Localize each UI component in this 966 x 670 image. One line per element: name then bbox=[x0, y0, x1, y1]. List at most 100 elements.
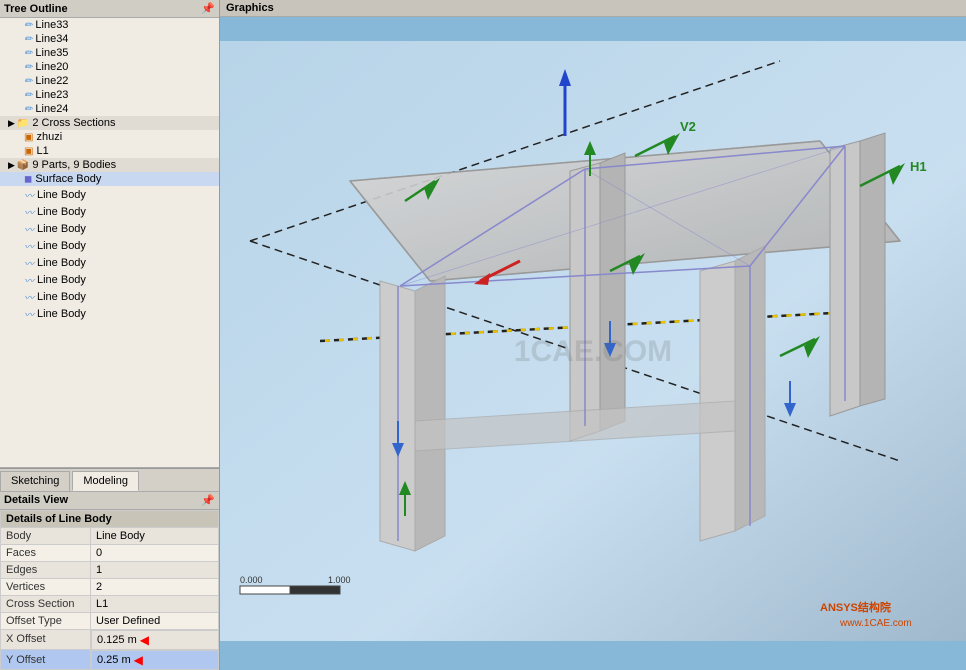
details-label-body: Body bbox=[1, 527, 91, 544]
details-row-body: Body Line Body bbox=[1, 527, 219, 544]
tree-item-line35[interactable]: ✏ Line35 bbox=[0, 46, 219, 60]
tree-item-label: Line24 bbox=[35, 103, 68, 115]
tree-item-line24[interactable]: ✏ Line24 bbox=[0, 102, 219, 116]
graphics-panel[interactable]: Graphics bbox=[220, 0, 966, 670]
details-row-edges: Edges 1 bbox=[1, 561, 219, 578]
details-label-x-offset: X Offset bbox=[1, 629, 91, 650]
details-label-offset-type: Offset Type bbox=[1, 612, 91, 629]
tree-item-label: Line22 bbox=[35, 75, 68, 87]
tree-item-label: Line Body bbox=[37, 274, 86, 286]
main-area: Tree Outline 📌 ✏ Line33 ✏ Line34 ✏ Line3… bbox=[0, 0, 966, 670]
tree-item-parts[interactable]: ▶ 📦 9 Parts, 9 Bodies bbox=[0, 158, 219, 172]
tree-item-label: Line Body bbox=[37, 291, 86, 303]
tree-item-line-body-8[interactable]: 〰 Line Body bbox=[0, 305, 219, 322]
line-icon: ✏ bbox=[24, 76, 32, 87]
tree-item-cross-sections[interactable]: ▶ 📁 2 Cross Sections bbox=[0, 116, 219, 130]
tree-item-label: Line Body bbox=[37, 308, 86, 320]
details-view-header: Details View 📌 bbox=[0, 492, 219, 510]
details-label-cross-section: Cross Section bbox=[1, 595, 91, 612]
svg-text:V2: V2 bbox=[680, 119, 696, 134]
tree-item-line-body-3[interactable]: 〰 Line Body bbox=[0, 220, 219, 237]
tab-modeling[interactable]: Modeling bbox=[72, 471, 139, 491]
svg-text:1.000: 1.000 bbox=[328, 575, 351, 585]
tree-item-line33[interactable]: ✏ Line33 bbox=[0, 18, 219, 32]
details-label-y-offset: Y Offset bbox=[1, 650, 91, 670]
cs-icon: ▣ bbox=[24, 132, 33, 143]
tree-item-label: 2 Cross Sections bbox=[32, 117, 115, 129]
details-value-y-offset: 0.25 m ◀ bbox=[91, 650, 219, 670]
line-icon: ✏ bbox=[24, 62, 32, 73]
tree-item-surface-body[interactable]: ◼ Surface Body bbox=[0, 172, 219, 186]
details-row-x-offset: X Offset 0.125 m ◀ bbox=[1, 629, 219, 650]
tree-header-title: Tree Outline bbox=[4, 3, 68, 15]
graphics-header: Graphics bbox=[220, 0, 966, 17]
tree-item-label: Line Body bbox=[37, 189, 86, 201]
tree-header: Tree Outline 📌 bbox=[0, 0, 219, 18]
details-view-title: Details View bbox=[4, 494, 68, 507]
tree-item-label: Line20 bbox=[35, 61, 68, 73]
svg-text:H1: H1 bbox=[910, 159, 927, 174]
tree-item-line-body-4[interactable]: 〰 Line Body bbox=[0, 237, 219, 254]
details-row-y-offset[interactable]: Y Offset 0.25 m ◀ bbox=[1, 650, 219, 670]
tree-item-line-body-2[interactable]: 〰 Line Body bbox=[0, 203, 219, 220]
tree-item-label: Line23 bbox=[35, 89, 68, 101]
x-offset-arrow: ◀ bbox=[140, 633, 149, 647]
tab-sketching[interactable]: Sketching bbox=[0, 471, 70, 491]
details-label-faces: Faces bbox=[1, 544, 91, 561]
svg-text:1CAE.COM: 1CAE.COM bbox=[514, 335, 672, 368]
details-view-pin: 📌 bbox=[201, 494, 215, 507]
tree-item-line-body-7[interactable]: 〰 Line Body bbox=[0, 288, 219, 305]
tree-item-label: zhuzi bbox=[36, 131, 62, 143]
left-panel: Tree Outline 📌 ✏ Line33 ✏ Line34 ✏ Line3… bbox=[0, 0, 220, 670]
folder-icon: 📁 bbox=[17, 118, 29, 129]
cs-icon: ▣ bbox=[24, 146, 33, 157]
svg-text:www.1CAE.com: www.1CAE.com bbox=[839, 618, 912, 629]
details-value-edges: 1 bbox=[91, 561, 219, 578]
details-value-offset-type: User Defined bbox=[91, 612, 219, 629]
tree-item-line23[interactable]: ✏ Line23 bbox=[0, 88, 219, 102]
line-icon: 〰 bbox=[24, 306, 34, 321]
line-icon: 〰 bbox=[24, 289, 34, 304]
tree-item-line-body-6[interactable]: 〰 Line Body bbox=[0, 271, 219, 288]
line-icon: 〰 bbox=[24, 272, 34, 287]
details-row-vertices: Vertices 2 bbox=[1, 578, 219, 595]
line-icon: ✏ bbox=[24, 20, 32, 31]
line-icon: 〰 bbox=[24, 255, 34, 270]
graphics-content[interactable]: V2 H1 1CAE.COM 0.000 1.000 ANSYS结构院 www.… bbox=[220, 17, 966, 665]
tree-outline[interactable]: Tree Outline 📌 ✏ Line33 ✏ Line34 ✏ Line3… bbox=[0, 0, 219, 468]
line-icon: ✏ bbox=[24, 34, 32, 45]
details-value-body: Line Body bbox=[91, 527, 219, 544]
details-view: Details View 📌 Details of Line Body Body… bbox=[0, 491, 219, 670]
line-icon: ✏ bbox=[24, 104, 32, 115]
tree-item-l1[interactable]: ▣ L1 bbox=[0, 144, 219, 158]
line-icon: ✏ bbox=[24, 90, 32, 101]
line-icon: 〰 bbox=[24, 187, 34, 202]
surface-icon: ◼ bbox=[24, 174, 32, 185]
graphics-title: Graphics bbox=[226, 2, 274, 14]
tree-item-label: Line Body bbox=[37, 206, 86, 218]
tree-item-label: Line34 bbox=[35, 33, 68, 45]
tree-item-label: Line33 bbox=[35, 19, 68, 31]
tree-item-label: Line Body bbox=[37, 223, 86, 235]
tree-item-label: Line35 bbox=[35, 47, 68, 59]
details-value-cross-section: L1 bbox=[91, 595, 219, 612]
tree-pin-icon: 📌 bbox=[201, 2, 215, 15]
tree-item-line-body-5[interactable]: 〰 Line Body bbox=[0, 254, 219, 271]
details-label-edges: Edges bbox=[1, 561, 91, 578]
tree-item-line34[interactable]: ✏ Line34 bbox=[0, 32, 219, 46]
tree-item-line22[interactable]: ✏ Line22 bbox=[0, 74, 219, 88]
tree-item-zhuzi[interactable]: ▣ zhuzi bbox=[0, 130, 219, 144]
details-section-title: Details of Line Body bbox=[1, 510, 219, 527]
details-row-cross-section: Cross Section L1 bbox=[1, 595, 219, 612]
svg-text:ANSYS结构院: ANSYS结构院 bbox=[820, 600, 891, 614]
details-label-vertices: Vertices bbox=[1, 578, 91, 595]
tree-item-line-body-1[interactable]: 〰 Line Body bbox=[0, 186, 219, 203]
details-value-x-offset: 0.125 m ◀ bbox=[91, 630, 219, 650]
line-icon: ✏ bbox=[24, 48, 32, 59]
line-icon: 〰 bbox=[24, 238, 34, 253]
tree-item-label: Line Body bbox=[37, 257, 86, 269]
line-icon: 〰 bbox=[24, 221, 34, 236]
tree-item-line20[interactable]: ✏ Line20 bbox=[0, 60, 219, 74]
tree-item-label: 9 Parts, 9 Bodies bbox=[32, 159, 116, 171]
details-row-faces: Faces 0 bbox=[1, 544, 219, 561]
